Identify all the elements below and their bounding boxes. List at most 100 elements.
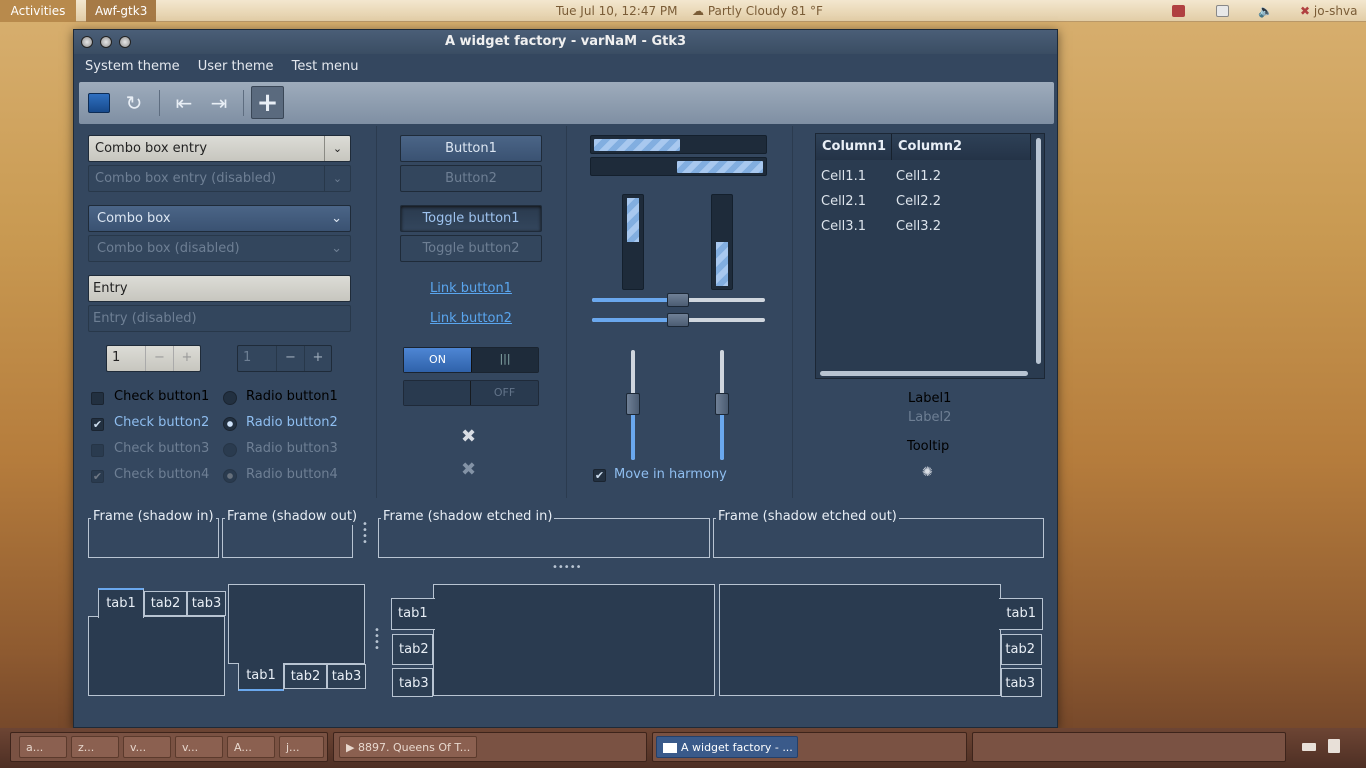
taskbar: a... z... v... v... A... j... ▶ 8897. Qu… — [0, 728, 1366, 768]
menu-system-theme[interactable]: System theme — [85, 59, 180, 74]
button1[interactable]: Button1 — [400, 135, 542, 162]
tooltip-label[interactable]: Tooltip — [907, 439, 949, 454]
open-file-button[interactable] — [84, 88, 114, 118]
task-item[interactable]: v... — [175, 736, 223, 758]
back-button[interactable]: ⇤ — [169, 88, 199, 118]
task-item[interactable]: A... — [227, 736, 275, 758]
tree-cell[interactable]: Cell2.2 — [896, 194, 941, 209]
check-button2-box[interactable]: ✔ — [91, 418, 104, 431]
horizontal-scrollbar[interactable] — [820, 371, 1028, 376]
radio-button3-label: Radio button3 — [246, 441, 338, 456]
switch-on[interactable]: ON ||| — [403, 347, 539, 373]
close-icon[interactable]: ✖ — [461, 426, 476, 447]
tab-3[interactable]: tab3 — [187, 591, 226, 616]
tab-2[interactable]: tab2 — [284, 664, 327, 689]
tab-2[interactable]: tab2 — [144, 591, 187, 616]
tree-cell[interactable]: Cell2.1 — [821, 194, 866, 209]
frame-shadow-etched-out: Frame (shadow etched out) — [713, 509, 1044, 558]
plus-icon[interactable]: + — [173, 346, 200, 371]
maximize-button[interactable] — [119, 36, 131, 48]
task-item[interactable]: z... — [71, 736, 119, 758]
task-group: a... z... v... v... A... j... — [10, 732, 328, 762]
menu-test[interactable]: Test menu — [292, 59, 359, 74]
link-button1[interactable]: Link button1 — [400, 281, 542, 296]
task-item[interactable]: v... — [123, 736, 171, 758]
link-button2[interactable]: Link button2 — [400, 311, 542, 326]
tab-3[interactable]: tab3 — [392, 668, 433, 697]
vertical-scrollbar[interactable] — [1036, 138, 1041, 364]
tree-cell[interactable]: Cell3.2 — [896, 219, 941, 234]
entry-field[interactable]: Entry — [88, 275, 351, 302]
radio-button2-dot[interactable] — [223, 417, 237, 431]
volume-icon[interactable]: 🔈 — [1258, 5, 1273, 17]
chevron-down-icon[interactable]: ⌄ — [324, 136, 350, 161]
progress-bar-1 — [590, 135, 767, 154]
column-header-2[interactable]: Column2 — [892, 134, 1031, 160]
column-header-1[interactable]: Column1 — [816, 134, 892, 160]
tree-cell[interactable]: Cell1.2 — [896, 169, 941, 184]
notification-icon[interactable] — [1172, 5, 1185, 17]
tab-2[interactable]: tab2 — [1001, 634, 1042, 665]
toolbar: ↻ ⇤ ⇥ + — [79, 82, 1054, 124]
tree-cell[interactable]: Cell1.1 — [821, 169, 866, 184]
task-item[interactable]: j... — [279, 736, 324, 758]
add-button[interactable]: + — [251, 86, 284, 119]
activities-button[interactable]: Activities — [0, 0, 76, 22]
toggle-button1[interactable]: Toggle button1 — [400, 205, 542, 232]
close-button[interactable] — [81, 36, 93, 48]
tab-1[interactable]: tab1 — [98, 588, 144, 618]
task-group: ▶ 8897. Queens Of T... — [333, 732, 647, 762]
user-menu[interactable]: ✖ jo-shva — [1300, 0, 1357, 22]
app-window: A widget factory - varNaM - Gtk3 System … — [73, 29, 1058, 728]
app-menu[interactable]: Awf-gtk3 — [86, 0, 157, 22]
tab-1[interactable]: tab1 — [999, 598, 1043, 630]
tab-2[interactable]: tab2 — [392, 634, 433, 665]
combo-box[interactable]: Combo box ⌄ — [88, 205, 351, 232]
vertical-progress-2 — [711, 194, 733, 290]
vertical-slider-knob[interactable] — [715, 393, 729, 415]
tab-1[interactable]: tab1 — [391, 598, 435, 630]
slider-knob[interactable] — [667, 313, 689, 327]
battery-icon[interactable] — [1302, 743, 1316, 751]
pane-handle[interactable]: • • • • — [362, 520, 368, 548]
vertical-slider-knob[interactable] — [626, 393, 640, 415]
move-in-harmony-checkbox[interactable]: ✔ — [593, 469, 606, 482]
check-button1-box[interactable] — [91, 392, 104, 405]
title-bar[interactable]: A widget factory - varNaM - Gtk3 — [74, 30, 1057, 54]
tab-1[interactable]: tab1 — [238, 663, 284, 691]
radio-button2-label[interactable]: Radio button2 — [246, 415, 338, 430]
clock[interactable]: Tue Jul 10, 12:47 PM — [556, 0, 678, 22]
tree-view[interactable]: Column1 Column2 Cell1.1 Cell1.2 Cell2.1 … — [815, 133, 1045, 379]
minimize-button[interactable] — [100, 36, 112, 48]
pane-handle[interactable]: ••••• — [552, 563, 582, 573]
task-item-music[interactable]: ▶ 8897. Queens Of T... — [339, 736, 477, 758]
task-item[interactable]: a... — [19, 736, 67, 758]
minus-icon[interactable]: − — [145, 346, 173, 371]
trash-icon[interactable] — [1328, 739, 1340, 753]
slider-knob[interactable] — [667, 293, 689, 307]
tree-cell[interactable]: Cell3.1 — [821, 219, 866, 234]
switch-handle[interactable]: ||| — [471, 348, 538, 372]
display-icon[interactable] — [1216, 5, 1229, 17]
tab-3[interactable]: tab3 — [327, 664, 366, 689]
check-button2-label[interactable]: Check button2 — [114, 415, 209, 430]
check-button1-label[interactable]: Check button1 — [114, 389, 209, 404]
tab-3[interactable]: tab3 — [1001, 668, 1042, 697]
weather-text: Partly Cloudy 81 °F — [707, 4, 823, 18]
forward-button[interactable]: ⇥ — [204, 88, 234, 118]
spin-button[interactable]: 1 − + — [106, 345, 201, 372]
combo-box-entry[interactable]: Combo box entry ⌄ — [88, 135, 351, 162]
move-in-harmony-label[interactable]: Move in harmony — [614, 467, 727, 482]
refresh-button[interactable]: ↻ — [119, 88, 149, 118]
notebook-tabs-right — [719, 584, 1001, 696]
weather-indicator[interactable]: ☁ Partly Cloudy 81 °F — [692, 0, 823, 22]
radio-button1-label[interactable]: Radio button1 — [246, 389, 338, 404]
radio-button1-dot[interactable] — [223, 391, 237, 405]
task-item-active[interactable]: A widget factory - ... — [656, 736, 798, 758]
slider-fill — [592, 318, 678, 322]
menu-user-theme[interactable]: User theme — [198, 59, 274, 74]
pane-handle[interactable]: • • • • — [374, 626, 380, 654]
progress-fill — [627, 198, 639, 242]
progress-bar-2 — [590, 157, 767, 176]
slider-fill — [592, 298, 678, 302]
